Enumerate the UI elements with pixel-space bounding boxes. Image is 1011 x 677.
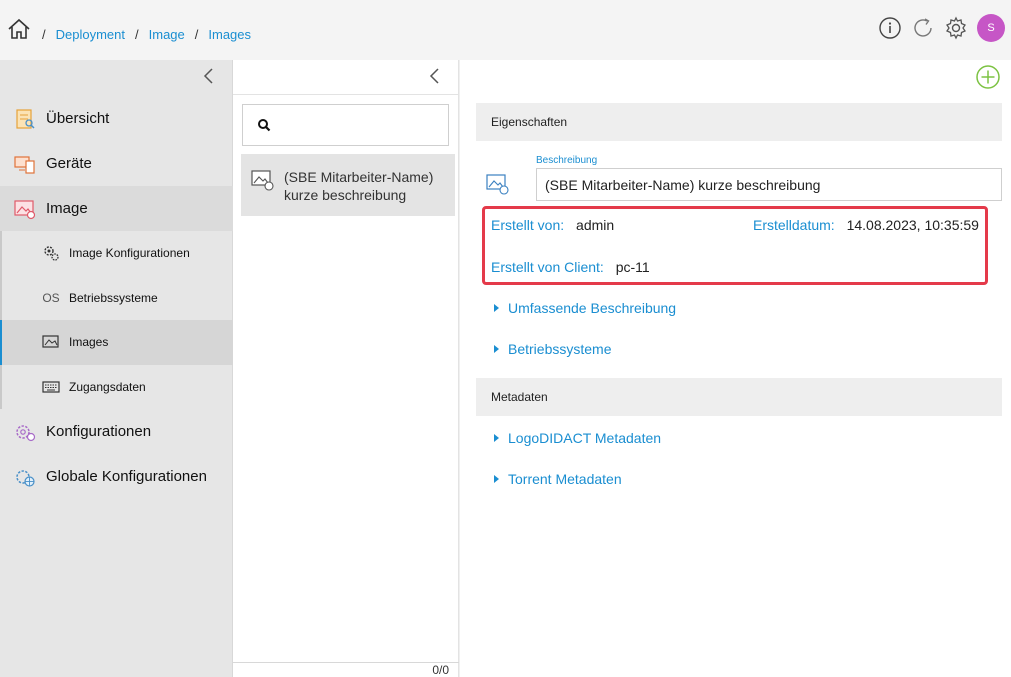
search-input[interactable] xyxy=(277,113,442,137)
image-icon xyxy=(14,198,36,220)
sidebar-item-image[interactable]: Image xyxy=(0,186,233,231)
list-item-label: (SBE Mitarbeiter-Name) kurze beschreibun… xyxy=(284,169,434,203)
sidebar-item-label: Globale Konfigurationen xyxy=(46,468,207,485)
chevron-left-icon[interactable] xyxy=(428,68,442,89)
sidebar: Übersicht Geräte Image Image Konfigurati… xyxy=(0,60,233,677)
caret-right-icon xyxy=(494,304,499,312)
expander-label: Betriebssysteme xyxy=(508,341,612,357)
erstellt-von-value: admin xyxy=(576,217,615,233)
expander-label: Umfassende Beschreibung xyxy=(508,300,677,316)
expander-torrent-metadaten[interactable]: Torrent Metadaten xyxy=(494,471,622,487)
keyboard-icon xyxy=(42,378,60,396)
sidebar-item-uebersicht[interactable]: Übersicht xyxy=(0,96,233,141)
erstellt-von-client: Erstellt von Client: pc-11 xyxy=(491,259,650,275)
caret-right-icon xyxy=(494,475,499,483)
global-config-icon xyxy=(14,466,36,488)
erstellt-von: Erstellt von: admin xyxy=(491,217,614,233)
search-icon xyxy=(257,118,271,137)
expander-label: Torrent Metadaten xyxy=(508,471,622,487)
erstellt-von-label: Erstellt von: xyxy=(491,217,565,233)
sidebar-subitem-label: Image Konfigurationen xyxy=(69,246,190,261)
info-icon[interactable] xyxy=(878,16,902,40)
section-metadaten: Metadaten xyxy=(476,378,1002,416)
breadcrumb-image[interactable]: Image xyxy=(149,27,185,42)
detail-pane: Eigenschaften Beschreibung Erstellt von:… xyxy=(460,60,1011,677)
gear-icon[interactable] xyxy=(944,16,968,40)
add-icon[interactable] xyxy=(975,64,1001,95)
sidebar-item-geraete[interactable]: Geräte xyxy=(0,141,233,186)
beschreibung-label: Beschreibung xyxy=(536,155,598,166)
caret-right-icon xyxy=(494,345,499,353)
sidebar-item-label: Konfigurationen xyxy=(46,423,152,440)
client-label: Erstellt von Client: xyxy=(491,259,604,275)
list-item[interactable]: (SBE Mitarbeiter-Name) kurze beschreibun… xyxy=(241,154,455,216)
sidebar-item-label: Geräte xyxy=(46,155,92,172)
sidebar-item-label: Übersicht xyxy=(46,110,110,127)
overview-icon xyxy=(14,108,36,130)
sidebar-item-label: Image xyxy=(46,200,88,217)
gears-icon xyxy=(42,244,60,262)
sidebar-subitem-label: Betriebssysteme xyxy=(69,290,158,305)
sidebar-subitem-betriebssysteme[interactable]: OS Betriebssysteme xyxy=(0,276,233,321)
search-box[interactable] xyxy=(242,104,449,146)
top-header: / Deployment / Image / Images S xyxy=(0,0,1011,60)
sidebar-item-konfigurationen[interactable]: Konfigurationen xyxy=(0,409,233,454)
expander-betriebssysteme[interactable]: Betriebssysteme xyxy=(494,341,611,357)
caret-right-icon xyxy=(494,434,499,442)
beschreibung-field[interactable] xyxy=(536,168,1002,201)
sidebar-subitem-label: Images xyxy=(69,335,109,350)
sidebar-subitem-label: Zugangsdaten xyxy=(69,379,146,394)
image-list-pane: (SBE Mitarbeiter-Name) kurze beschreibun… xyxy=(233,60,459,677)
config-icon xyxy=(14,421,36,443)
home-icon[interactable] xyxy=(7,17,31,41)
expander-logodidact-metadaten[interactable]: LogoDIDACT Metadaten xyxy=(494,430,661,446)
expander-label: LogoDIDACT Metadaten xyxy=(508,430,662,446)
item-counter: 0/0 xyxy=(233,662,459,677)
os-icon: OS xyxy=(42,290,60,305)
breadcrumb: / Deployment / Image / Images xyxy=(42,27,252,42)
image-small-icon xyxy=(42,333,60,351)
sidebar-item-globale-konfigurationen[interactable]: Globale Konfigurationen xyxy=(0,454,233,499)
erstelldatum-value: 14.08.2023, 10:35:59 xyxy=(846,217,979,233)
erstelldatum: Erstelldatum: 14.08.2023, 10:35:59 xyxy=(753,217,979,233)
client-value: pc-11 xyxy=(615,259,650,275)
devices-icon xyxy=(14,153,36,175)
image-small-icon xyxy=(251,168,275,192)
expander-umfassende-beschreibung[interactable]: Umfassende Beschreibung xyxy=(494,300,676,316)
sidebar-subitem-images[interactable]: Images xyxy=(0,320,233,365)
refresh-icon[interactable] xyxy=(911,16,935,40)
avatar[interactable]: S xyxy=(977,14,1005,42)
image-small-icon xyxy=(486,172,510,201)
breadcrumb-images[interactable]: Images xyxy=(208,27,251,42)
section-eigenschaften: Eigenschaften xyxy=(476,103,1002,141)
breadcrumb-deployment[interactable]: Deployment xyxy=(56,27,125,42)
sidebar-subitem-image-konfigurationen[interactable]: Image Konfigurationen xyxy=(0,231,233,276)
erstelldatum-label: Erstelldatum: xyxy=(753,217,835,233)
sidebar-subitem-zugangsdaten[interactable]: Zugangsdaten xyxy=(0,365,233,410)
chevron-left-icon[interactable] xyxy=(202,68,216,89)
